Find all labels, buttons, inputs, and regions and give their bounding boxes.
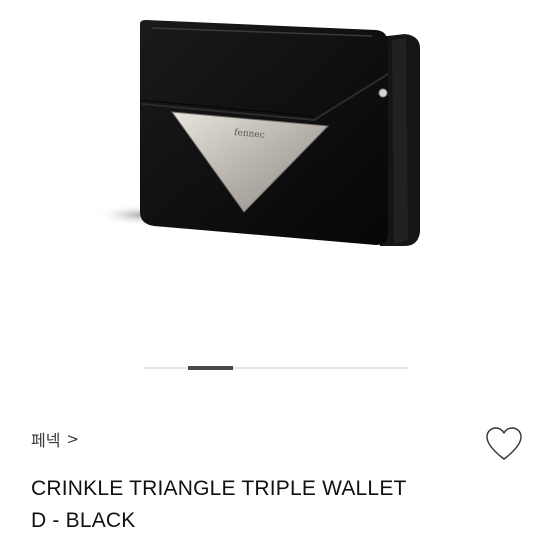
product-title-line1: CRINKLE TRIANGLE TRIPLE WALLET	[31, 477, 407, 500]
image-carousel-indicator	[144, 366, 408, 370]
product-image[interactable]: fennec	[0, 0, 554, 345]
heart-outline-icon	[486, 427, 522, 460]
like-button[interactable]	[484, 425, 524, 463]
zipper-pull	[378, 88, 388, 98]
carousel-active-segment	[188, 366, 233, 370]
brand-link[interactable]: 페넥 >	[31, 428, 79, 450]
product-title-line2: D - BLACK	[31, 509, 136, 532]
chevron-right-icon: >	[66, 430, 80, 448]
product-detail-page: fennec 페넥 > CRINKLE TRIANGLE TRIPLE WALL…	[0, 0, 554, 554]
brand-name: 페넥	[31, 431, 61, 450]
product-title: CRINKLE TRIANGLE TRIPLE WALLET D - BLACK	[31, 473, 501, 537]
